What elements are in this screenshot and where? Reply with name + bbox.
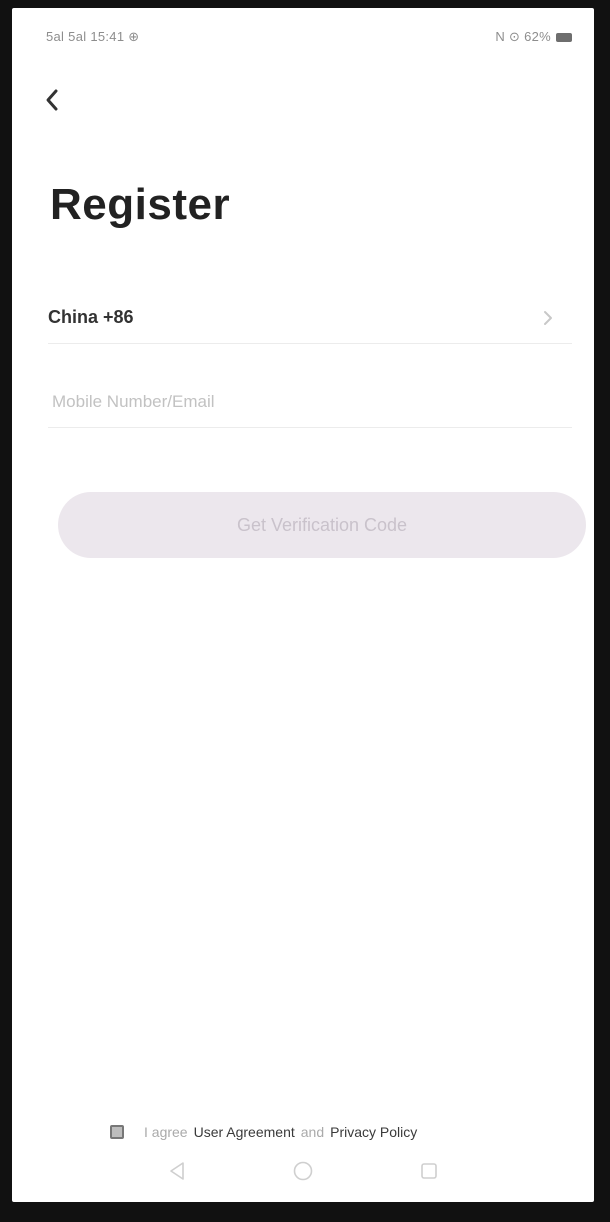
nav-recents-button[interactable]: [416, 1158, 442, 1184]
triangle-back-icon: [170, 1162, 184, 1180]
chevron-right-icon: [538, 308, 558, 328]
country-code-label: China +86: [48, 307, 134, 327]
battery-icon: [556, 32, 572, 42]
agreement-row: I agree User Agreement and Privacy Polic…: [110, 1124, 417, 1140]
agree-checkbox[interactable]: [110, 1125, 124, 1139]
nav-back-button[interactable]: [164, 1158, 190, 1184]
chevron-left-icon: [46, 89, 58, 111]
agree-prefix-text: I agree: [144, 1124, 188, 1140]
nav-home-button[interactable]: [290, 1158, 316, 1184]
status-right: N ⊙ 62%: [495, 29, 572, 45]
page-title: Register: [50, 180, 231, 229]
privacy-policy-link[interactable]: Privacy Policy: [330, 1124, 417, 1140]
system-nav-bar: [12, 1140, 594, 1202]
status-left-text: 5al 5al 15:41 ⊕: [46, 29, 140, 44]
status-bar: 5al 5al 15:41 ⊕ N ⊙ 62%: [12, 8, 594, 66]
country-selector[interactable]: China +86: [48, 292, 572, 344]
status-right-text: N ⊙ 62%: [495, 29, 551, 44]
status-left: 5al 5al 15:41 ⊕: [46, 29, 139, 45]
phone-screen: 5al 5al 15:41 ⊕ N ⊙ 62% Register China +…: [12, 8, 594, 1202]
circle-home-icon: [293, 1161, 313, 1181]
square-recents-icon: [421, 1163, 437, 1179]
agree-connector-text: and: [300, 1124, 325, 1140]
user-agreement-link[interactable]: User Agreement: [194, 1124, 295, 1140]
mobile-email-input[interactable]: [48, 376, 572, 428]
back-button[interactable]: [36, 82, 68, 118]
get-verification-code-button[interactable]: Get Verification Code: [58, 492, 586, 558]
